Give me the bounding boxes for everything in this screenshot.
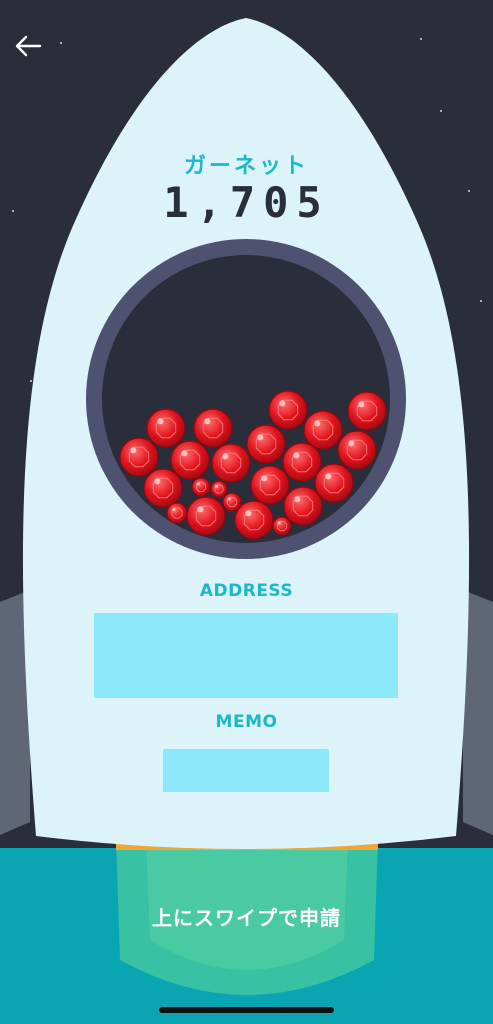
swipe-up-to-apply[interactable]: 上にスワイプで申請 xyxy=(0,902,493,931)
garnet-gem-icon xyxy=(268,390,308,430)
garnet-gem-icon xyxy=(303,410,343,450)
garnet-gem-icon xyxy=(337,430,377,470)
garnet-gem-icon xyxy=(191,477,211,497)
back-button[interactable] xyxy=(8,28,48,64)
window-glass xyxy=(102,255,390,543)
garnet-gem-icon xyxy=(166,502,188,524)
garnet-gem-icon xyxy=(234,500,274,540)
garnet-gem-icon xyxy=(283,486,323,526)
garnet-gem-icon xyxy=(347,391,387,431)
garnet-gem-icon xyxy=(193,408,233,448)
garnet-gem-icon xyxy=(210,480,228,498)
garnet-gem-icon xyxy=(314,463,354,503)
garnet-gem-icon xyxy=(119,437,159,477)
memo-input[interactable] xyxy=(163,749,329,792)
garnet-gem-icon xyxy=(170,440,210,480)
address-label: ADDRESS xyxy=(199,581,294,601)
rocket-scene: ガーネット 1,705 ADDRESS MEMO 上にスワイプで申請 xyxy=(0,0,493,1024)
garnet-gem-icon xyxy=(211,443,251,483)
garnet-gem-icon xyxy=(246,424,286,464)
arrow-left-icon xyxy=(15,35,42,57)
home-indicator xyxy=(159,1007,334,1013)
gem-name: ガーネット xyxy=(183,154,309,179)
garnet-gem-icon xyxy=(186,496,226,536)
garnet-gem-icon xyxy=(282,442,322,482)
garnet-gem-icon xyxy=(146,408,186,448)
garnet-gem-icon xyxy=(272,516,292,536)
garnet-gem-icon xyxy=(143,468,183,508)
address-input[interactable] xyxy=(94,613,398,698)
gem-count: 1,705 xyxy=(163,178,330,227)
garnet-gem-icon xyxy=(250,465,290,505)
memo-label: MEMO xyxy=(215,712,278,732)
